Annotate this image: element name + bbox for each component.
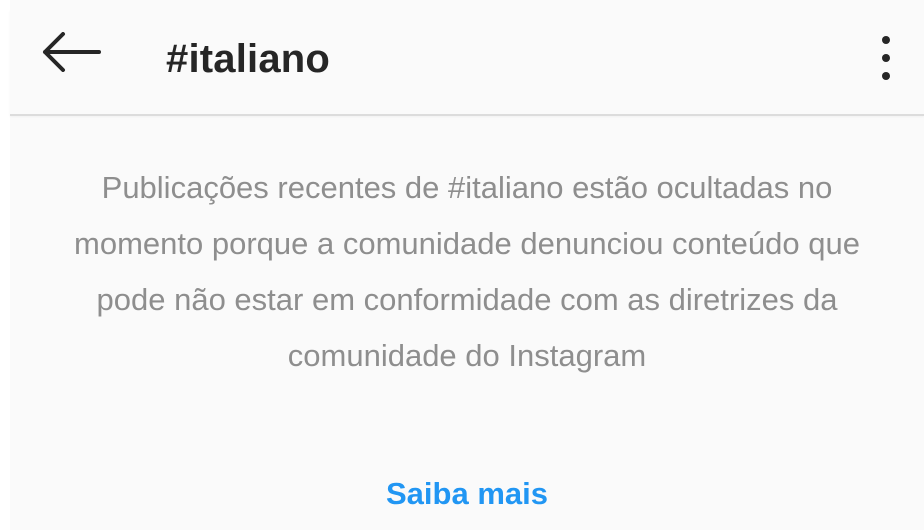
screen: #italiano Publicações recentes de #itali…	[10, 0, 924, 530]
back-button[interactable]	[38, 30, 102, 78]
arrow-left-icon	[39, 31, 101, 77]
hidden-posts-message: Publicações recentes de #italiano estão …	[74, 170, 860, 373]
vertical-ellipsis-icon	[882, 36, 890, 44]
more-options-button[interactable]	[874, 36, 898, 80]
top-bar: #italiano	[10, 10, 924, 116]
vertical-ellipsis-icon	[882, 54, 890, 62]
vertical-ellipsis-icon	[882, 72, 890, 80]
page-title: #italiano	[166, 37, 331, 81]
learn-more-link[interactable]: Saiba mais	[10, 476, 924, 512]
